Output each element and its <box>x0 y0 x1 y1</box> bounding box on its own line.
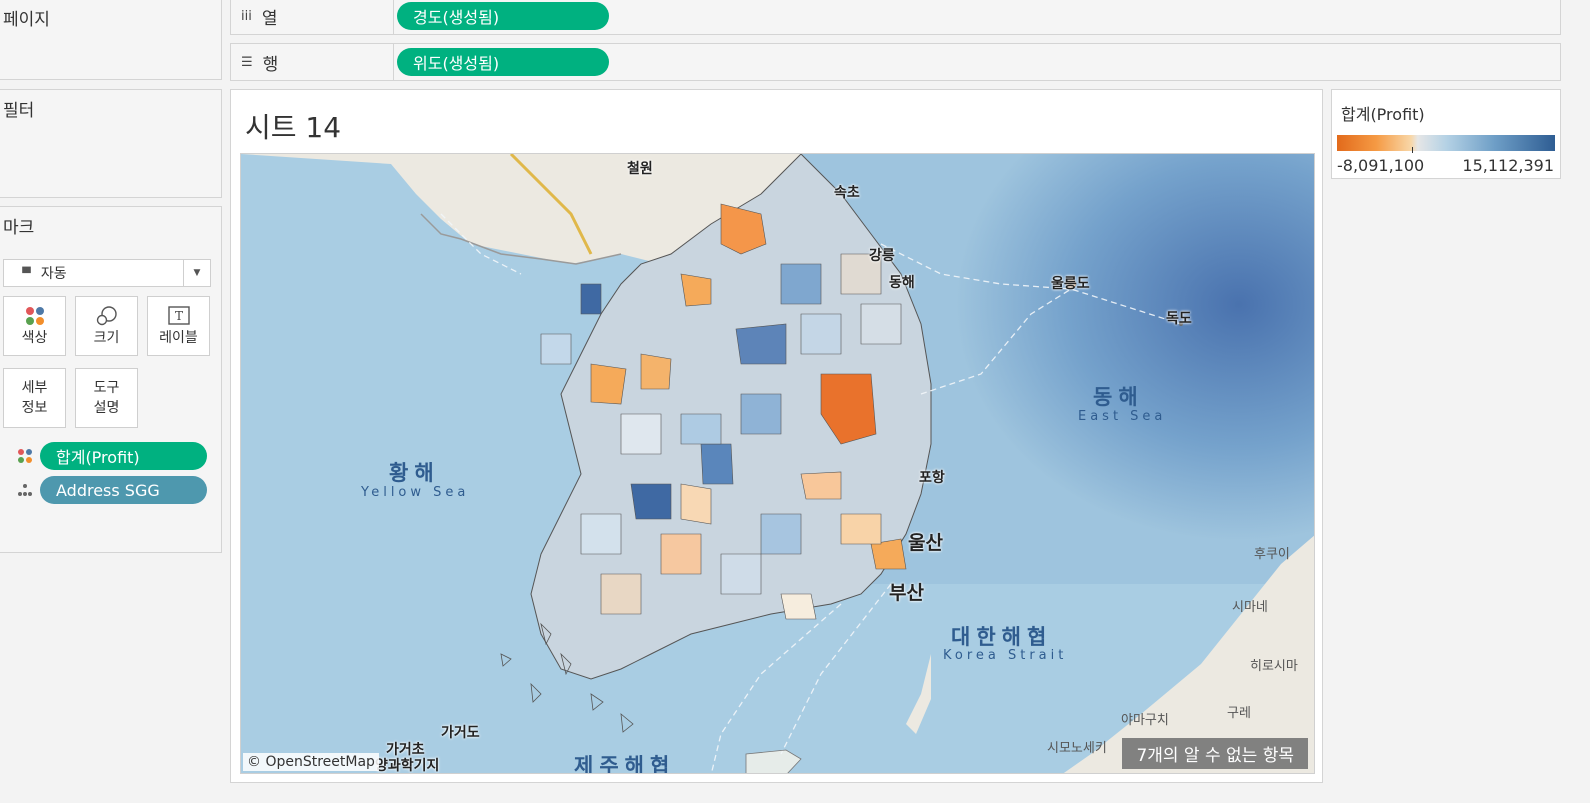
color-legend-min: -8,091,100 <box>1337 156 1425 175</box>
color-field-pill[interactable]: 합계(Profit) <box>40 442 207 470</box>
color-dots-icon <box>25 304 45 328</box>
columns-icon: iii <box>241 9 252 24</box>
color-legend-max: 15,112,391 <box>1462 156 1554 175</box>
fukui-label: 후쿠이 <box>1254 547 1290 562</box>
tooltip-button[interactable]: 도구 설명 <box>75 368 138 428</box>
jeju-strait-label: 제주해협 <box>574 754 676 774</box>
shimane-label: 시마네 <box>1232 600 1268 615</box>
sheet-title[interactable]: 시트 14 <box>245 106 341 146</box>
color-legend-gradient <box>1337 135 1555 151</box>
size-button[interactable]: 크기 <box>75 296 138 356</box>
color-dots-icon <box>17 448 33 464</box>
size-circles-icon <box>95 304 119 328</box>
rows-drop-zone[interactable]: 위도(생성됨) <box>393 44 1560 80</box>
ulsan-label: 울산 <box>908 532 943 554</box>
detail-button-label-1: 세부 <box>21 380 48 396</box>
filters-card[interactable]: 필터 <box>0 89 222 198</box>
gangneung-label: 강릉 <box>869 248 895 264</box>
yellow-sea-en-label: Yellow Sea <box>361 485 470 500</box>
latitude-pill[interactable]: 위도(생성됨) <box>397 48 609 76</box>
pohang-label: 포항 <box>919 470 945 486</box>
detail-button[interactable]: 세부 정보 <box>3 368 66 428</box>
dokdo-label: 독도 <box>1166 311 1192 327</box>
unknown-items-indicator[interactable]: 7개의 알 수 없는 항목 <box>1122 738 1308 769</box>
columns-shelf-label: 열 <box>261 9 278 29</box>
color-legend[interactable]: 합계(Profit) -8,091,100 15,112,391 <box>1331 89 1561 179</box>
korea-strait-en-label: Korea Strait <box>943 648 1068 663</box>
rows-icon: ☰ <box>241 54 253 70</box>
map-view[interactable]: 동해 East Sea 황해 Yellow Sea 대한해협 Korea Str… <box>240 153 1315 774</box>
latitude-pill-label: 위도(생성됨) <box>413 54 500 73</box>
rows-shelf: ☰ 행 위도(생성됨) <box>230 43 1561 81</box>
donghae-label: 동해 <box>889 275 915 291</box>
mark-type-value: 자동 <box>40 266 67 282</box>
label-button[interactable]: T 레이블 <box>147 296 210 356</box>
map-attribution[interactable]: © OpenStreetMap <box>243 753 379 771</box>
detail-button-label-2: 정보 <box>21 400 48 416</box>
worksheet: 시트 14 동해 East Sea 황해 Yellow Sea 대한해협 Kor… <box>230 89 1323 783</box>
hiroshima-label: 히로시마 <box>1250 659 1298 674</box>
color-button[interactable]: 색상 <box>3 296 66 356</box>
detail-field-label: Address SGG <box>56 480 160 500</box>
color-legend-title: 합계(Profit) <box>1341 105 1425 124</box>
ieodo-label: 양과학기지 <box>375 758 440 774</box>
longitude-pill[interactable]: 경도(생성됨) <box>397 2 609 30</box>
cheorwon-label: 철원 <box>627 161 653 177</box>
detail-dots-icon <box>17 482 33 498</box>
yamaguchi-label: 야마구치 <box>1121 713 1169 728</box>
sokcho-label: 속초 <box>834 185 860 201</box>
mark-type-dropdown[interactable]: ▝▘ 자동 ▼ <box>3 259 211 287</box>
pages-card-title: 페이지 <box>3 10 50 30</box>
marks-card: 마크 ▝▘ 자동 ▼ 색상 크기 T 레이블 세부 정보 도구 설명 합계(Pr <box>0 206 222 553</box>
rows-shelf-label: 행 <box>262 54 279 75</box>
east-sea-en-label: East Sea <box>1078 409 1167 424</box>
pages-card[interactable]: 페이지 <box>0 0 222 80</box>
busan-label: 부산 <box>889 582 924 604</box>
shimonoseki-label: 시모노세키 <box>1047 741 1107 756</box>
color-legend-zero-tick <box>1412 147 1413 153</box>
tooltip-button-label-2: 설명 <box>93 400 120 416</box>
label-button-label: 레이블 <box>159 330 198 346</box>
tooltip-button-label-1: 도구 <box>93 380 120 396</box>
korea-strait-label: 대한해협 <box>951 625 1053 649</box>
filters-card-title: 필터 <box>3 101 35 121</box>
yellow-sea-label: 황해 <box>389 461 440 485</box>
columns-shelf: iii 열 경도(생성됨) <box>230 0 1561 35</box>
chevron-down-icon[interactable]: ▼ <box>183 260 210 286</box>
east-sea-label: 동해 <box>1093 385 1144 409</box>
ulleungdo-label: 울릉도 <box>1051 276 1090 292</box>
columns-drop-zone[interactable]: 경도(생성됨) <box>393 0 1560 34</box>
detail-field-pill[interactable]: Address SGG <box>40 476 207 504</box>
svg-text:T: T <box>174 309 182 323</box>
gageodo-label: 가거도 <box>441 725 480 741</box>
size-button-label: 크기 <box>93 330 120 346</box>
map-mark-icon: ▝▘ <box>18 266 35 280</box>
kure-label: 구레 <box>1227 706 1251 721</box>
longitude-pill-label: 경도(생성됨) <box>413 8 500 27</box>
marks-card-title: 마크 <box>3 218 35 238</box>
text-label-icon: T <box>167 304 190 328</box>
color-button-label: 색상 <box>21 330 48 346</box>
color-field-label: 합계(Profit) <box>56 448 140 467</box>
